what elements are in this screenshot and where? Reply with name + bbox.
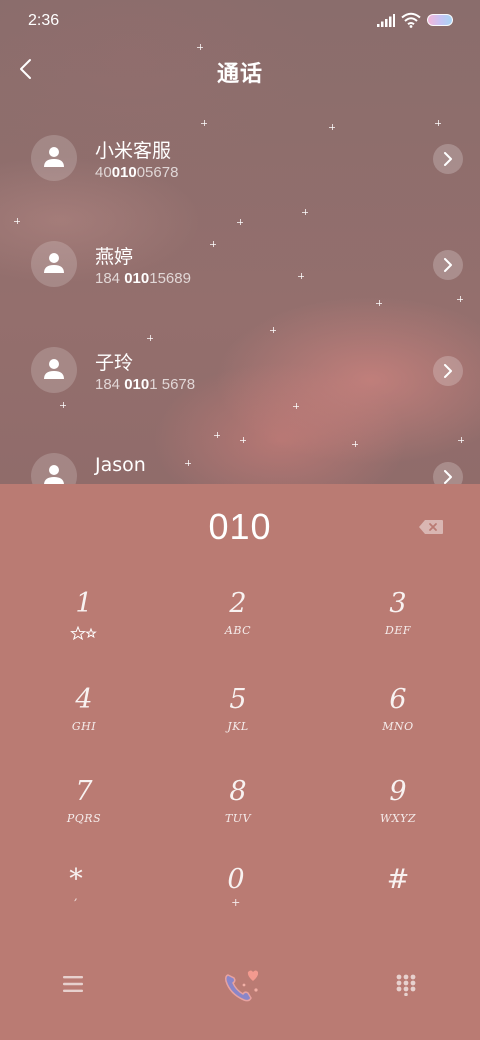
key-7[interactable]: 7 PQRS (14, 776, 154, 856)
contact-detail-button[interactable] (433, 356, 463, 386)
contact-detail-button[interactable] (433, 250, 463, 280)
avatar (31, 135, 77, 181)
contact-detail-button[interactable] (433, 144, 463, 174)
key-1[interactable]: 1 (14, 588, 154, 668)
person-icon (44, 359, 64, 379)
contact-row[interactable]: 小米客服 4001005678 (0, 110, 480, 210)
avatar (31, 347, 77, 393)
contact-list: 小米客服 4001005678 燕婷 184 01015689 子玲 184 0… (0, 110, 480, 484)
key-4[interactable]: 4 GHI (14, 684, 154, 764)
key-letters: JKL (227, 720, 249, 733)
avatar (31, 453, 77, 484)
contact-row[interactable]: 燕婷 184 01015689 (0, 216, 480, 316)
key-digit: 6 (389, 684, 407, 715)
dialer-panel: 010 1 2 ABC 3 DEF 4 GHI 5 JKL 6 MNO 7 PQ… (0, 484, 480, 1040)
key-digit: 5 (229, 684, 247, 715)
key-letters: PQRS (66, 812, 102, 825)
key-8[interactable]: 8 TUV (168, 776, 308, 856)
key-digit: 3 (389, 588, 407, 619)
battery-icon (427, 14, 453, 26)
chevron-right-icon (444, 152, 452, 166)
key-digit: 4 (75, 684, 93, 715)
page-title: 通话 (216, 62, 263, 87)
contact-name: 小米客服 (95, 140, 172, 162)
contact-row[interactable]: 子玲 184 0101 5678 (0, 322, 480, 422)
key-letters: ABC (224, 624, 252, 637)
contact-name: 燕婷 (95, 246, 134, 268)
key-9[interactable]: 9 WXYZ (328, 776, 468, 856)
key-0[interactable]: 0 + (166, 864, 306, 944)
contact-number: 184 01015689 (95, 270, 191, 287)
key-letters: + (231, 896, 241, 909)
key-digit: 8 (229, 776, 247, 807)
person-icon (44, 253, 64, 273)
chevron-right-icon (444, 470, 452, 484)
chevron-right-icon (444, 364, 452, 378)
signal-icon (377, 14, 395, 27)
key-letters: MNO (382, 720, 414, 733)
key-letters: , (74, 890, 78, 903)
status-bar: 2:36 (0, 0, 480, 42)
key-digit: 1 (75, 588, 93, 619)
person-icon (44, 465, 64, 484)
contact-number: 184 0101 5678 (95, 376, 196, 393)
avatar (31, 241, 77, 287)
bottom-bar (0, 956, 480, 1016)
key-digit: 7 (75, 776, 93, 807)
status-time: 2:36 (28, 12, 60, 29)
header: 通话 (0, 44, 480, 100)
key-star[interactable]: * , (6, 864, 146, 944)
key-letters: GHI (71, 720, 97, 733)
key-digit: 2 (229, 588, 247, 619)
key-digit: # (386, 864, 410, 895)
key-3[interactable]: 3 DEF (328, 588, 468, 668)
backspace-icon (419, 520, 443, 534)
key-6[interactable]: 6 MNO (328, 684, 468, 764)
contact-row[interactable]: Jason (0, 428, 480, 484)
wifi-icon (401, 12, 421, 28)
key-digit: 0 (227, 864, 245, 895)
voicemail-stars-icon (70, 626, 97, 640)
contact-number: 4001005678 (95, 164, 179, 181)
delete-button[interactable] (418, 519, 444, 535)
key-hash[interactable]: # (328, 864, 468, 944)
chevron-right-icon (444, 258, 452, 272)
contact-detail-button[interactable] (433, 462, 463, 484)
dialed-number: 010 (208, 506, 272, 547)
dialpad-icon[interactable] (396, 974, 416, 996)
key-letters: TUV (224, 812, 252, 825)
call-icon[interactable] (222, 970, 258, 1004)
menu-icon[interactable] (63, 976, 83, 992)
key-5[interactable]: 5 JKL (168, 684, 308, 764)
key-2[interactable]: 2 ABC (168, 588, 308, 668)
key-letters: WXYZ (379, 812, 417, 825)
person-icon (44, 147, 64, 167)
contact-name: Jason (95, 454, 146, 476)
contact-name: 子玲 (95, 352, 134, 374)
key-letters: DEF (385, 624, 411, 637)
key-digit: 9 (389, 776, 407, 807)
